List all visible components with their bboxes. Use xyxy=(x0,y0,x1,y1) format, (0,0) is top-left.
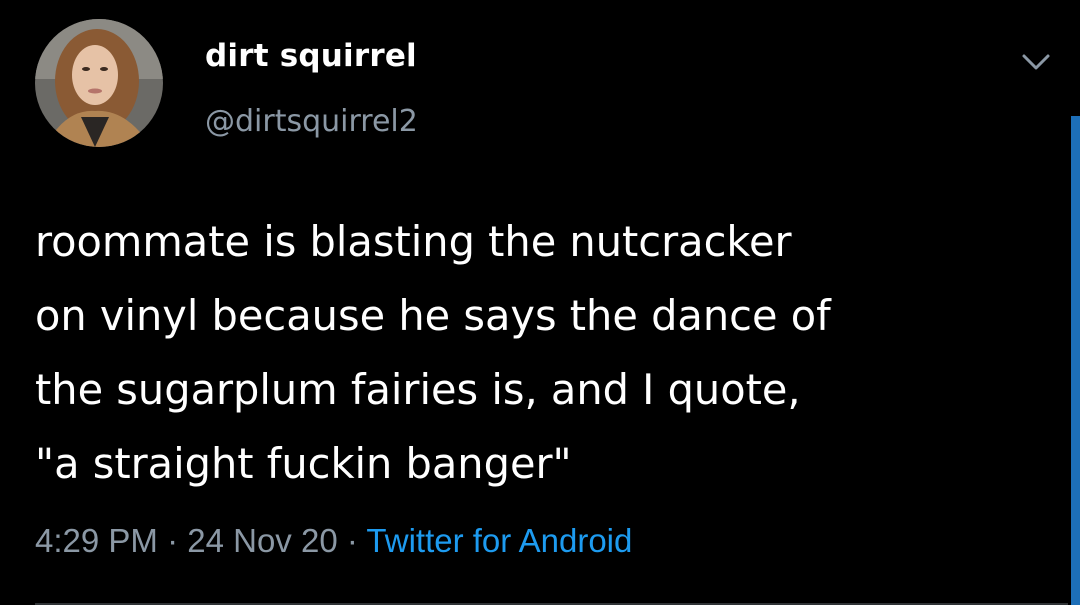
meta-separator: · xyxy=(337,522,367,559)
meta-separator: · xyxy=(157,522,188,559)
tweet-metadata: 4:29 PM · 24 Nov 20 · Twitter for Androi… xyxy=(35,522,632,560)
tweet-date[interactable]: 24 Nov 20 xyxy=(187,522,337,559)
avatar-image xyxy=(35,19,163,147)
tweet-time[interactable]: 4:29 PM xyxy=(35,522,158,559)
scrollbar[interactable] xyxy=(1071,116,1080,605)
display-name[interactable]: dirt squirrel xyxy=(205,38,417,74)
tweet-text: roommate is blasting the nutcracker on v… xyxy=(35,217,831,488)
chevron-down-icon[interactable] xyxy=(1018,50,1054,74)
avatar[interactable] xyxy=(35,19,163,147)
tweet-source-link[interactable]: Twitter for Android xyxy=(366,522,632,559)
user-handle[interactable]: @dirtsquirrel2 xyxy=(205,104,418,139)
